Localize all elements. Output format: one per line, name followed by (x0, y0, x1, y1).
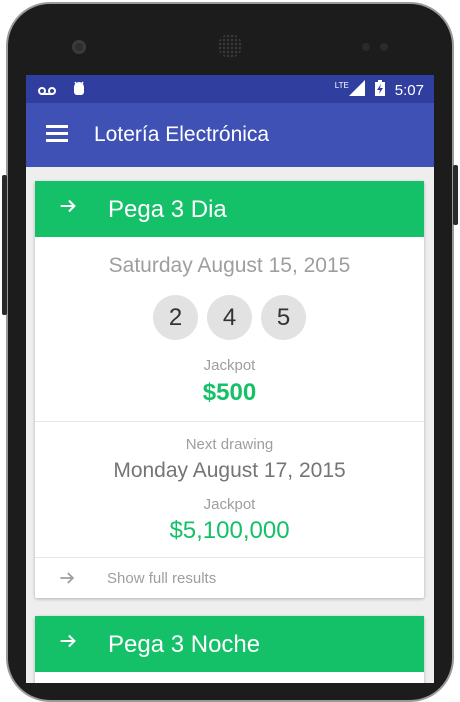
screen: LTE 5:07 Lotería Electrónica Pega 3 Dia … (26, 75, 434, 683)
phone-frame: LTE 5:07 Lotería Electrónica Pega 3 Dia … (0, 0, 460, 702)
proximity-sensor (362, 43, 370, 51)
earpiece-speaker (218, 34, 242, 58)
clock: 5:07 (394, 81, 424, 99)
hamburger-menu-icon[interactable] (46, 125, 68, 143)
number-ball: 2 (153, 295, 198, 340)
status-bar: LTE 5:07 (26, 75, 434, 103)
arrow-right-icon (57, 630, 79, 657)
side-button-right (453, 165, 458, 225)
front-camera (72, 40, 86, 54)
battery-icon (374, 80, 385, 100)
card-header[interactable]: Pega 3 Dia (35, 181, 424, 237)
signal-icon (348, 80, 365, 100)
android-debug-icon (72, 81, 86, 102)
show-full-results-label: Show full results (107, 570, 217, 587)
jackpot-label: Jackpot (203, 357, 256, 374)
divider (35, 421, 424, 422)
lottery-card-pega3-noche: Pega 3 Noche (35, 616, 424, 683)
show-full-results-button[interactable]: Show full results (35, 558, 424, 598)
draw-date: Saturday August 15, 2015 (108, 254, 351, 277)
number-ball: 5 (261, 295, 306, 340)
app-bar: Lotería Electrónica (26, 103, 434, 167)
app-title: Lotería Electrónica (94, 123, 270, 146)
card-header[interactable]: Pega 3 Noche (35, 616, 424, 672)
next-jackpot-label: Jackpot (203, 496, 256, 513)
next-drawing-label: Next drawing (185, 436, 274, 453)
number-ball: 4 (207, 295, 252, 340)
lte-label: LTE (334, 80, 349, 90)
voicemail-icon (38, 83, 56, 101)
lottery-card-pega3-dia: Pega 3 Dia Saturday August 15, 2015 2 4 … (35, 181, 424, 598)
next-jackpot-value: $5,100,000 (169, 517, 290, 544)
game-name: Pega 3 Noche (108, 631, 261, 658)
arrow-right-icon (57, 195, 79, 222)
next-drawing-date: Monday August 17, 2015 (113, 459, 346, 482)
game-name: Pega 3 Dia (108, 196, 227, 223)
winning-numbers: 2 4 5 (35, 295, 424, 340)
arrow-right-icon (57, 568, 77, 593)
light-sensor (380, 43, 388, 51)
jackpot-value: $500 (202, 379, 257, 406)
side-button-left (2, 175, 7, 315)
